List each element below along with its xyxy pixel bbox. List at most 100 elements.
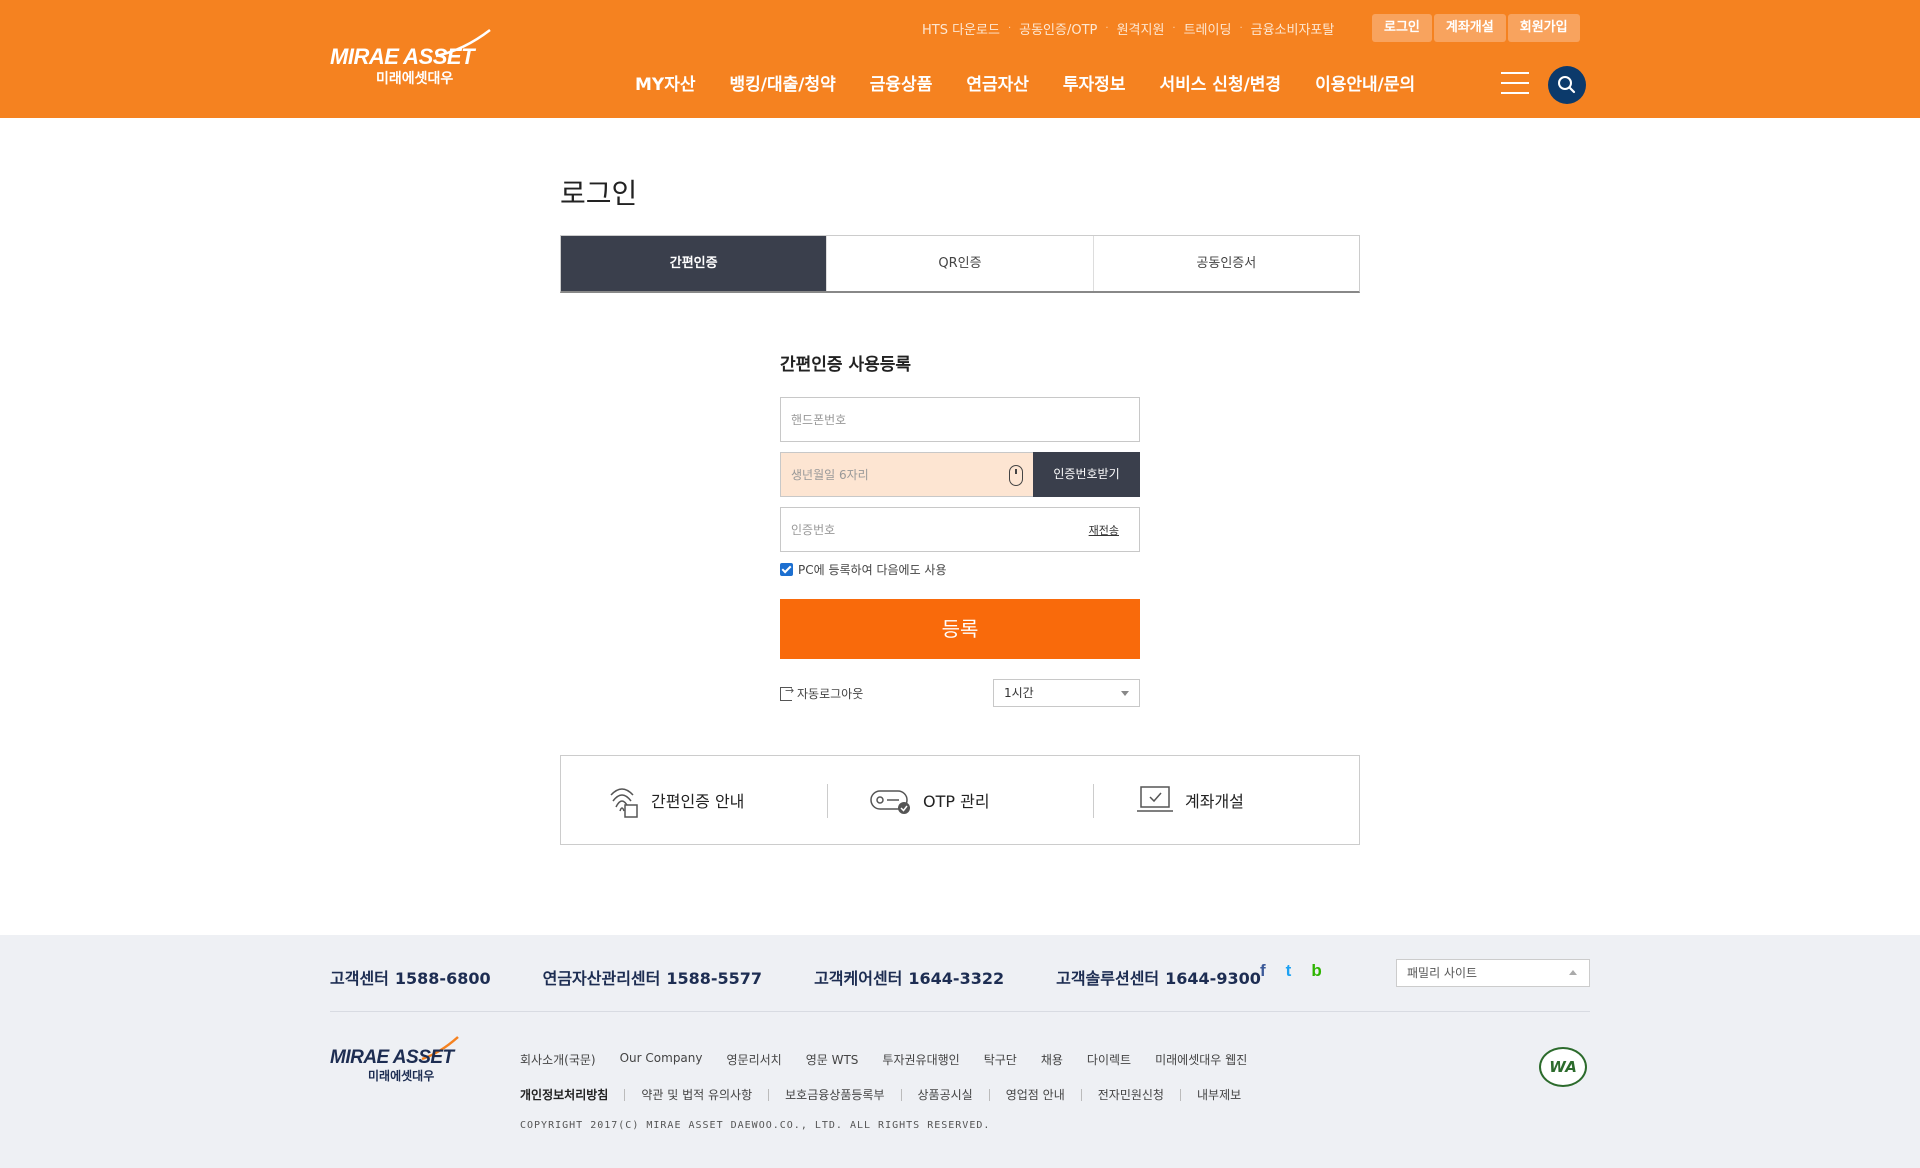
quick-link-simple-auth-guide[interactable]: 간편인증 안내 — [561, 756, 827, 844]
nav-item-products[interactable]: 금융상품 — [870, 70, 933, 95]
footer-link[interactable]: 전자민원신청 — [1098, 1086, 1164, 1103]
footer-link[interactable]: 영업점 안내 — [1006, 1086, 1065, 1103]
footer-separator — [624, 1088, 626, 1101]
otp-card-icon — [870, 790, 910, 814]
util-link-consumer[interactable]: 금융소비자포탈 — [1251, 19, 1335, 38]
web-accessibility-badge: WA — [1539, 1047, 1587, 1087]
util-link-otp[interactable]: 공동인증/OTP — [1019, 19, 1097, 38]
footer-link[interactable]: 회사소개(국문) — [520, 1051, 596, 1068]
tab-simple-auth[interactable]: 간편인증 — [561, 236, 827, 291]
tab-certificate[interactable]: 공동인증서 — [1092, 236, 1359, 291]
footer-link[interactable]: Our Company — [620, 1051, 703, 1068]
wa-mark: WA — [1549, 1058, 1577, 1076]
nav-item-my-assets[interactable]: MY자산 — [635, 70, 696, 95]
chevron-up-icon — [1569, 970, 1577, 975]
utility-links: HTS 다운로드 · 공동인증/OTP · 원격지원 · 트레이딩 · 금융소비… — [922, 18, 1334, 38]
main-nav: MY자산 뱅킹/대출/청약 금융상품 연금자산 투자정보 서비스 신청/변경 이… — [635, 70, 1449, 95]
menu-icon[interactable] — [1501, 72, 1529, 94]
resend-link[interactable]: 재전송 — [1089, 522, 1119, 538]
footer-link[interactable]: 채용 — [1041, 1051, 1063, 1068]
checkbox-checked-icon[interactable] — [780, 563, 793, 576]
util-separator: · — [1239, 22, 1243, 34]
auto-logout-select[interactable]: 1시간 — [993, 679, 1140, 707]
family-site-select[interactable]: 패밀리 사이트 — [1396, 959, 1590, 987]
footer-link[interactable]: 다이렉트 — [1087, 1051, 1131, 1068]
nav-item-invest-info[interactable]: 투자정보 — [1063, 70, 1126, 95]
nav-item-banking[interactable]: 뱅킹/대출/청약 — [730, 70, 836, 95]
footer-link[interactable]: 영문 WTS — [806, 1051, 859, 1068]
footer-link-privacy[interactable]: 개인정보처리방침 — [520, 1086, 608, 1103]
form-title: 간편인증 사용등록 — [780, 355, 912, 375]
open-account-button[interactable]: 계좌개설 — [1433, 14, 1506, 42]
footer-link[interactable]: 약관 및 법적 유의사항 — [641, 1086, 752, 1103]
contact-customer-center: 고객센터 1588-6800 — [330, 969, 491, 988]
laptop-check-icon — [1137, 786, 1173, 812]
register-button[interactable]: 등록 — [780, 599, 1140, 659]
util-separator: · — [1172, 22, 1176, 34]
nav-item-help[interactable]: 이용안내/문의 — [1315, 70, 1415, 95]
footer-link[interactable]: 미래에셋대우 웹진 — [1155, 1051, 1247, 1068]
footer-link[interactable]: 내부제보 — [1197, 1086, 1241, 1103]
contact-care-center: 고객케어센터 1644-3322 — [814, 969, 1005, 988]
quick-link-label: 계좌개설 — [1185, 792, 1244, 811]
auth-buttons: 로그인 계좌개설 회원가입 — [1372, 14, 1580, 42]
footer-separator — [768, 1088, 770, 1101]
sns-links: f t b — [1260, 961, 1322, 981]
nav-item-services[interactable]: 서비스 신청/변경 — [1159, 70, 1281, 95]
util-separator: · — [1105, 22, 1109, 34]
verification-code-input[interactable] — [781, 508, 1139, 551]
page-title: 로그인 — [560, 177, 638, 210]
logo[interactable]: MIRAE ASSET 미래에셋대우 — [330, 28, 492, 87]
footer-link[interactable]: 영문리서치 — [727, 1051, 782, 1068]
footer-separator — [1179, 1088, 1181, 1101]
util-separator: · — [1007, 22, 1012, 34]
footer-separator — [900, 1088, 902, 1101]
twitter-icon[interactable]: t — [1286, 961, 1292, 981]
search-icon — [1558, 76, 1576, 94]
contact-pension-center: 연금자산관리센터 1588-5577 — [542, 969, 763, 988]
remember-pc-checkbox[interactable]: PC에 등록하여 다음에도 사용 — [780, 561, 947, 578]
blog-icon[interactable]: b — [1311, 961, 1321, 981]
mouse-icon[interactable] — [1009, 465, 1023, 486]
util-link-trading[interactable]: 트레이딩 — [1184, 19, 1232, 38]
phone-field-wrapper — [780, 397, 1140, 442]
footer-links-top: 회사소개(국문) Our Company 영문리서치 영문 WTS 투자권유대행… — [520, 1051, 1271, 1068]
footer-divider — [330, 1011, 1590, 1012]
nav-item-pension[interactable]: 연금자산 — [966, 70, 1029, 95]
code-field-wrapper: 재전송 — [780, 507, 1140, 552]
get-code-button[interactable]: 인증번호받기 — [1033, 452, 1140, 497]
footer-links-bottom: 개인정보처리방침 약관 및 법적 유의사항 보호금융상품등록부 상품공시실 영업… — [520, 1086, 1241, 1103]
footer-link[interactable]: 투자권유대행인 — [882, 1051, 959, 1068]
quick-link-open-account[interactable]: 계좌개설 — [1093, 756, 1359, 844]
family-site-label: 패밀리 사이트 — [1407, 966, 1478, 980]
footer-logo-text: MIRAE ASSET — [330, 1047, 454, 1068]
quick-links: 간편인증 안내 OTP 관리 계좌개설 — [560, 755, 1360, 845]
footer: 고객센터 1588-6800 연금자산관리센터 1588-5577 고객케어센터 16… — [0, 935, 1920, 1168]
util-link-hts[interactable]: HTS 다운로드 — [922, 19, 1000, 38]
logo-subtext: 미래에셋대우 — [376, 71, 454, 87]
footer-link[interactable]: 탁구단 — [984, 1051, 1017, 1068]
tab-qr-auth[interactable]: QR인증 — [826, 236, 1092, 291]
login-button[interactable]: 로그인 — [1372, 14, 1432, 42]
quick-link-otp[interactable]: OTP 관리 — [827, 756, 1093, 844]
phone-input[interactable] — [781, 398, 1139, 441]
auto-logout-label-group: 자동로그아웃 — [780, 684, 863, 702]
chevron-down-icon — [1121, 691, 1129, 696]
facebook-icon[interactable]: f — [1260, 961, 1266, 981]
birth-date-input[interactable] — [781, 453, 1033, 496]
fingerprint-icon — [610, 788, 638, 818]
footer-logo-subtext: 미래에셋대우 — [368, 1069, 435, 1083]
remember-pc-label: PC에 등록하여 다음에도 사용 — [798, 563, 947, 577]
logout-icon — [780, 684, 794, 701]
header: MIRAE ASSET 미래에셋대우 HTS 다운로드 · 공동인증/OTP ·… — [0, 0, 1920, 118]
signup-button[interactable]: 회원가입 — [1507, 14, 1580, 42]
copyright: COPYRIGHT 2017(C) MIRAE ASSET DAEWOO.CO.… — [520, 1120, 991, 1131]
auto-logout-value: 1시간 — [1004, 686, 1034, 700]
footer-logo: MIRAE ASSET 미래에셋대우 — [330, 1035, 460, 1087]
footer-link[interactable]: 상품공시실 — [918, 1086, 973, 1103]
birth-field-wrapper — [780, 452, 1034, 497]
util-link-remote[interactable]: 원격지원 — [1117, 19, 1165, 38]
search-button[interactable] — [1548, 66, 1586, 104]
logo-text: MIRAE ASSET — [330, 44, 475, 69]
footer-link[interactable]: 보호금융상품등록부 — [785, 1086, 884, 1103]
